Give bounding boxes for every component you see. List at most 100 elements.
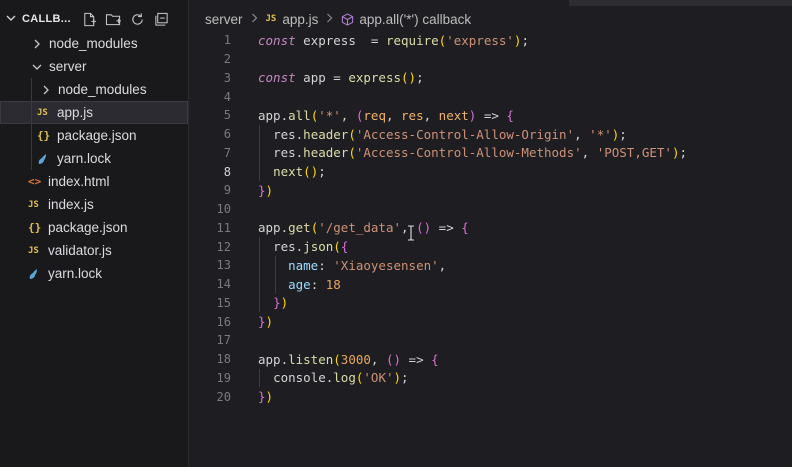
tree-item-label: yarn.lock [48, 266, 103, 281]
yarn-file-icon [37, 153, 55, 165]
code-text: }) [273, 295, 289, 311]
line-number: 15 [216, 295, 231, 310]
code-text: app.listen(3000, () => { [258, 351, 439, 367]
code-text: next(); [273, 164, 326, 180]
line-number: 18 [216, 352, 231, 367]
line-number: 9 [223, 183, 231, 198]
code-line[interactable]: 3 const app = express(); [189, 69, 792, 88]
text-cursor-icon [408, 225, 414, 241]
line-number: 12 [216, 239, 231, 254]
json-file-icon: {} [28, 221, 42, 234]
line-number: 8 [223, 164, 231, 179]
code-line[interactable]: 10 [189, 200, 792, 219]
code-line[interactable]: 15 }) [189, 294, 792, 313]
code-line[interactable]: 7 res.header('Access-Control-Allow-Metho… [189, 144, 792, 163]
new-folder-icon[interactable] [105, 10, 123, 28]
code-line[interactable]: 2 [189, 50, 792, 69]
code-line[interactable]: 19 console.log('OK'); [189, 369, 792, 388]
tree-item-label: index.js [48, 197, 94, 212]
code-line[interactable]: 8 next(); [189, 162, 792, 181]
js-file-icon: JS [28, 245, 39, 256]
line-number: 10 [216, 202, 231, 217]
code-editor[interactable]: server JS app.js app.all('*') callback 1… [189, 0, 792, 467]
tree-item-index-html[interactable]: <> index.html [0, 170, 188, 193]
tree-item-label: node_modules [49, 36, 138, 51]
js-file-icon: JS [37, 107, 48, 118]
line-number: 3 [223, 70, 231, 85]
indent-guide [31, 147, 32, 170]
refresh-icon[interactable] [129, 10, 147, 28]
line-number: 7 [223, 145, 231, 160]
tree-item-validator-js[interactable]: JS validator.js [0, 239, 188, 262]
breadcrumb-folder[interactable]: server [205, 12, 243, 27]
code-text: }) [258, 389, 274, 405]
indent-guide [275, 256, 276, 294]
code-text: app.all('*', (req, res, next) => { [258, 107, 514, 123]
indent-guide [31, 78, 32, 101]
line-number: 17 [216, 333, 231, 348]
line-number: 2 [223, 52, 231, 67]
tree-item-label: validator.js [48, 243, 112, 258]
chevron-down-icon[interactable] [31, 63, 43, 71]
code-line[interactable]: 5 app.all('*', (req, res, next) => { [189, 106, 792, 125]
tree-item-label: node_modules [58, 82, 147, 97]
json-file-icon: {} [37, 129, 51, 142]
code-text: }) [258, 314, 274, 330]
tree-item-server-yarn-lock[interactable]: yarn.lock [0, 147, 188, 170]
chevron-right-icon [251, 13, 258, 26]
code-line[interactable]: 1 const express = require('express'); [189, 31, 792, 50]
line-number: 19 [216, 370, 231, 385]
breadcrumb-symbol[interactable]: app.all('*') callback [359, 12, 471, 27]
code-line[interactable]: 16}) [189, 312, 792, 331]
line-number: 20 [216, 389, 231, 404]
code-line[interactable]: 17 [189, 331, 792, 350]
code-line[interactable]: 13 name: 'Xiaoyesensen', [189, 256, 792, 275]
code-line[interactable]: 14 age: 18 [189, 275, 792, 294]
tree-item-label: index.html [48, 174, 110, 189]
tree-item-app-js[interactable]: JS app.js [0, 101, 188, 124]
tree-item-server-node-modules[interactable]: node_modules [0, 78, 188, 101]
code-text: res.json({ [273, 239, 349, 255]
indent-guide [259, 124, 260, 181]
code-line[interactable]: 20}) [189, 387, 792, 406]
html-file-icon: <> [28, 175, 42, 188]
line-number: 16 [216, 314, 231, 329]
breadcrumb-file[interactable]: app.js [282, 12, 318, 27]
chevron-right-icon [326, 13, 333, 26]
chevron-right-icon[interactable] [40, 85, 52, 95]
new-file-icon[interactable] [81, 10, 99, 28]
line-number: 13 [216, 258, 231, 273]
indent-guide [31, 124, 32, 147]
code-text: res.header('Access-Control-Allow-Methods… [273, 145, 688, 161]
tree-item-index-js[interactable]: JS index.js [0, 193, 188, 216]
code-text: age: 18 [288, 276, 341, 292]
tree-item-yarn-lock[interactable]: yarn.lock [0, 262, 188, 285]
code-text: res.header('Access-Control-Allow-Origin'… [273, 126, 627, 142]
collapse-icon[interactable] [153, 10, 171, 28]
code-text: app.get('/get_data', () => { [258, 220, 469, 236]
line-number: 4 [223, 89, 231, 104]
tree-item-package-json[interactable]: {} package.json [0, 216, 188, 239]
tree-item-server[interactable]: server [0, 55, 188, 78]
code-line[interactable]: 12 res.json({ [189, 237, 792, 256]
scrollbar-indicator[interactable] [569, 0, 792, 6]
code-text: }) [258, 182, 274, 198]
tree-item-label: package.json [48, 220, 128, 235]
method-cube-icon [341, 12, 354, 26]
code-line[interactable]: 18 app.listen(3000, () => { [189, 350, 792, 369]
code-text: name: 'Xiaoyesensen', [288, 257, 447, 273]
file-tree: node_modules server node_modules JS app.… [0, 32, 188, 285]
tree-item-server-package-json[interactable]: {} package.json [0, 124, 188, 147]
js-file-icon: JS [265, 14, 277, 24]
code-area[interactable]: 1 const express = require('express'); 2 3 co… [189, 31, 792, 406]
chevron-right-icon[interactable] [31, 39, 43, 49]
indent-guide [259, 368, 260, 388]
chevron-down-icon[interactable] [6, 13, 20, 26]
line-number: 11 [216, 220, 231, 235]
line-number: 6 [223, 127, 231, 142]
code-line[interactable]: 9}) [189, 181, 792, 200]
code-line[interactable]: 6 res.header('Access-Control-Allow-Origi… [189, 125, 792, 144]
code-line[interactable]: 11 app.get('/get_data', () => { [189, 219, 792, 238]
tree-item-node-modules[interactable]: node_modules [0, 32, 188, 55]
code-line[interactable]: 4 [189, 87, 792, 106]
